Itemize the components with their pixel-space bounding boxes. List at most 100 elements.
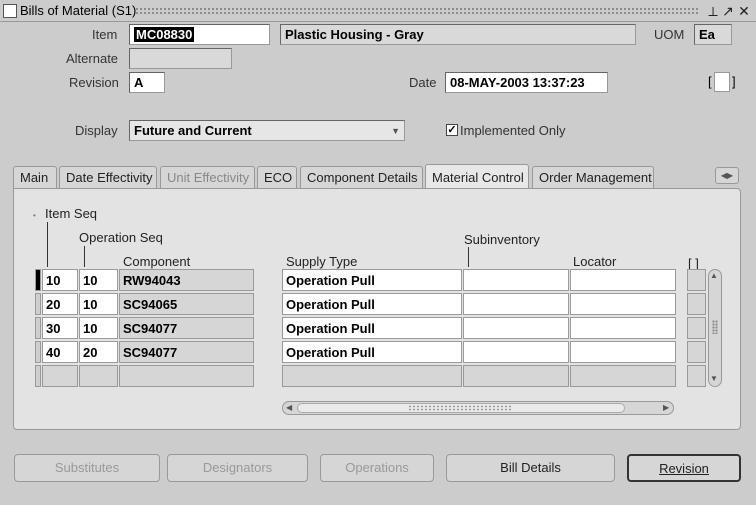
supply-type-cell[interactable]: Operation Pull [282,293,462,315]
operations-button[interactable]: Operations [320,454,434,482]
title-bar: Bills of Material (S1) ⟂ ↗ ✕ [0,0,756,22]
flex-cell[interactable] [687,293,706,315]
flex-cell[interactable] [687,365,706,387]
date-label: Date [409,75,437,90]
tab-date-effectivity[interactable]: Date Effectivity [59,166,157,188]
item-value: MC08830 [134,27,195,42]
component-cell[interactable]: SC94077 [119,341,254,363]
revision-label: Revision [69,75,119,90]
locator-cell[interactable] [570,341,676,363]
title-bar-grip [135,7,700,16]
tab-component-details[interactable]: Component Details [300,166,423,188]
tab-scroll-icon[interactable]: ◀▶ [715,167,739,184]
implemented-only-label: Implemented Only [460,123,566,138]
display-label: Display [75,123,118,138]
operation-seq-cell[interactable]: 10 [79,269,118,291]
scroll-up-icon[interactable]: ▲ [710,271,718,280]
item-description-field[interactable]: Plastic Housing - Gray [280,24,636,45]
component-cell[interactable]: SC94077 [119,317,254,339]
item-seq-cell[interactable]: 20 [42,293,78,315]
row-selector-current[interactable] [35,269,41,291]
close-icon[interactable]: ✕ [737,2,751,20]
tab-order-management[interactable]: Order Management [532,166,654,188]
subinventory-cell[interactable] [463,317,569,339]
scroll-grip[interactable] [712,320,718,334]
flex-cell[interactable] [687,269,706,291]
scroll-right-icon[interactable]: ▶ [663,403,669,412]
header-flexfield[interactable]: [ ] [708,72,738,93]
component-cell[interactable] [119,365,254,387]
display-value: Future and Current [134,123,252,138]
locator-cell[interactable] [570,365,676,387]
item-seq-cell[interactable] [42,365,78,387]
item-seq-cell[interactable]: 40 [42,341,78,363]
designators-button[interactable]: Designators [167,454,308,482]
sort-indicator-icon: • [33,211,36,220]
col-header-supply-type: Supply Type [286,254,358,269]
implemented-only-checkbox[interactable]: ✓ [446,124,458,136]
operation-seq-header-line [84,246,85,267]
uom-label: UOM [654,27,685,42]
flex-cell[interactable] [687,341,706,363]
subinventory-cell[interactable] [463,365,569,387]
row-selector[interactable] [35,365,41,387]
date-field[interactable]: 08-MAY-2003 13:37:23 [445,72,608,93]
row-selector[interactable] [35,341,41,363]
chevron-down-icon[interactable]: ▼ [391,126,400,136]
supply-type-cell[interactable]: Operation Pull [282,317,462,339]
item-seq-cell[interactable]: 10 [42,269,78,291]
vertical-scrollbar[interactable]: ▲ ▼ [708,269,722,387]
subinventory-cell[interactable] [463,293,569,315]
col-header-operation-seq: Operation Seq [79,230,163,245]
component-cell[interactable]: RW94043 [119,269,254,291]
oracle-app-icon[interactable] [3,4,17,18]
supply-type-cell[interactable]: Operation Pull [282,269,462,291]
scroll-left-icon[interactable]: ◀ [286,403,292,412]
revision-field[interactable]: A [129,72,165,93]
bill-details-button[interactable]: Bill Details [446,454,615,482]
flex-box [714,72,730,92]
flex-bracket-close: ] [732,74,736,89]
tab-unit-effectivity[interactable]: Unit Effectivity [160,166,255,188]
operation-seq-cell[interactable]: 20 [79,341,118,363]
row-selector[interactable] [35,293,41,315]
row-selector[interactable] [35,317,41,339]
locator-cell[interactable] [570,317,676,339]
scroll-down-icon[interactable]: ▼ [710,374,718,383]
col-header-locator: Locator [573,254,617,269]
tab-eco[interactable]: ECO [257,166,297,188]
subinventory-header-line [468,247,469,267]
tab-main[interactable]: Main [13,166,57,188]
component-cell[interactable]: SC94065 [119,293,254,315]
col-header-component: Component [123,254,191,269]
tab-material-control[interactable]: Material Control [425,164,529,188]
operation-seq-cell[interactable] [79,365,118,387]
minimize-icon[interactable]: ⟂ [706,2,720,20]
supply-type-cell[interactable]: Operation Pull [282,341,462,363]
display-select[interactable]: Future and Current ▼ [129,120,405,141]
revision-button[interactable]: Revision [627,454,741,482]
item-field[interactable]: MC08830 [129,24,270,45]
window-title: Bills of Material (S1) [20,3,137,18]
subinventory-cell[interactable] [463,341,569,363]
subinventory-cell[interactable] [463,269,569,291]
revision-button-label: Revision [659,461,709,476]
locator-cell[interactable] [570,293,676,315]
item-label: Item [92,27,118,42]
horizontal-scrollbar[interactable]: ◀ ▶ [282,401,674,415]
flex-bracket-open: [ [708,74,712,89]
supply-type-cell[interactable] [282,365,462,387]
operation-seq-cell[interactable]: 10 [79,317,118,339]
alternate-label: Alternate [66,51,119,66]
locator-cell[interactable] [570,269,676,291]
maximize-icon[interactable]: ↗ [721,2,735,20]
operation-seq-cell[interactable]: 10 [79,293,118,315]
scroll-thumb-grip [408,405,512,411]
col-header-item-seq: Item Seq [45,206,98,221]
uom-field[interactable]: Ea [694,24,732,45]
flex-cell[interactable] [687,317,706,339]
substitutes-button[interactable]: Substitutes [14,454,160,482]
alternate-field[interactable] [129,48,232,69]
item-seq-cell[interactable]: 30 [42,317,78,339]
item-seq-header-line [47,222,48,267]
